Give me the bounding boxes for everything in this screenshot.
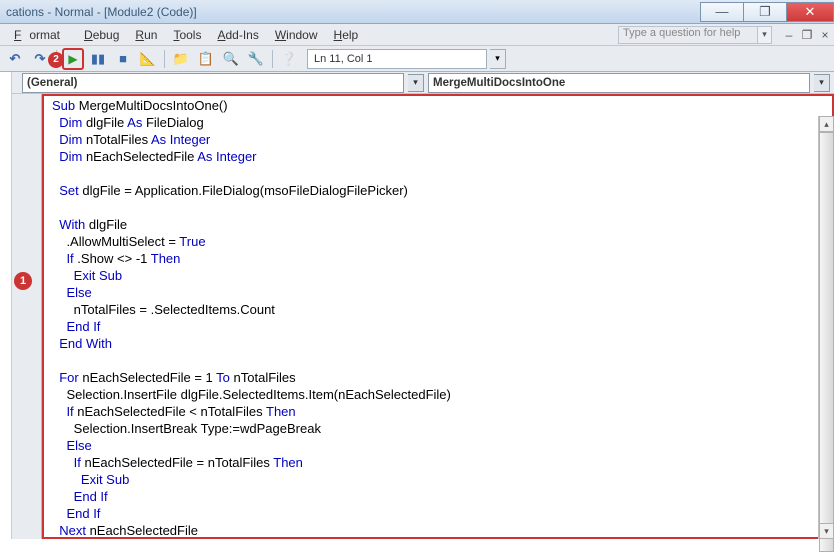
menu-format[interactable]: Format <box>6 26 76 44</box>
code-text[interactable]: Sub MergeMultiDocsIntoOne() Dim dlgFile … <box>44 96 832 539</box>
run-button[interactable]: ▶ <box>62 48 84 70</box>
stop-button[interactable]: ■ <box>112 48 134 70</box>
procedure-dropdown-arrow[interactable]: ▾ <box>814 74 830 92</box>
undo-button[interactable]: ↶ <box>4 48 26 70</box>
vertical-scrollbar[interactable]: ▴ ▾ <box>818 116 834 539</box>
scroll-up-button[interactable]: ▴ <box>819 116 834 132</box>
menu-help[interactable]: Help <box>326 26 367 44</box>
close-button[interactable]: ✕ <box>786 2 834 22</box>
help-dropdown-arrow[interactable]: ▾ <box>758 26 772 44</box>
cursor-dropdown[interactable]: ▾ <box>490 49 506 69</box>
object-dropdown[interactable]: (General) <box>22 73 404 93</box>
scroll-down-button[interactable]: ▾ <box>819 523 834 539</box>
toolbox-button[interactable]: 🔧 <box>245 48 267 70</box>
menu-tools[interactable]: Tools <box>165 26 209 44</box>
mdi-restore[interactable]: ❐ <box>799 27 815 43</box>
menu-run[interactable]: Run <box>127 26 165 44</box>
code-editor[interactable]: Sub MergeMultiDocsIntoOne() Dim dlgFile … <box>42 94 834 539</box>
menu-window[interactable]: Window <box>267 26 326 44</box>
left-gutter <box>0 94 12 539</box>
toolbar: ↶ ↷ ▶ ▮▮ ■ 📐 📁 📋 🔍 🔧 ❔ Ln 11, Col 1 ▾ <box>0 46 834 72</box>
properties-button[interactable]: 📋 <box>195 48 217 70</box>
separator <box>272 50 273 68</box>
object-browser-button[interactable]: 🔍 <box>220 48 242 70</box>
design-mode-button[interactable]: 📐 <box>137 48 159 70</box>
help-search: Type a question for help ▾ <box>618 26 772 44</box>
menu-debug[interactable]: Debug <box>76 26 127 44</box>
titlebar: cations - Normal - [Module2 (Code)] — ❐ … <box>0 0 834 24</box>
cursor-position: Ln 11, Col 1 <box>307 49 487 69</box>
procedure-dropdown[interactable]: MergeMultiDocsIntoOne <box>428 73 810 93</box>
scroll-thumb[interactable] <box>819 132 834 552</box>
mdi-minimize[interactable]: – <box>781 27 797 43</box>
mdi-close[interactable]: × <box>817 27 833 43</box>
content-area: Sub MergeMultiDocsIntoOne() Dim dlgFile … <box>0 94 834 539</box>
mdi-controls: – ❐ × <box>780 27 834 43</box>
margin-indicator-bar <box>12 94 42 539</box>
menu-addins[interactable]: Add-Ins <box>209 26 266 44</box>
menubar: Format Debug Run Tools Add-Ins Window He… <box>0 24 834 46</box>
separator <box>164 50 165 68</box>
restore-button[interactable]: ❐ <box>743 2 787 22</box>
gutter-corner <box>0 72 12 94</box>
titlebar-text: cations - Normal - [Module2 (Code)] <box>6 5 197 19</box>
window-controls: — ❐ ✕ <box>701 2 834 22</box>
pause-button[interactable]: ▮▮ <box>87 48 109 70</box>
help-input[interactable]: Type a question for help <box>618 26 758 44</box>
help-button[interactable]: ❔ <box>278 48 300 70</box>
play-icon: ▶ <box>68 52 77 66</box>
object-dropdown-arrow[interactable]: ▾ <box>408 74 424 92</box>
annotation-badge-1: 1 <box>14 272 32 290</box>
project-explorer-button[interactable]: 📁 <box>170 48 192 70</box>
code-dropdowns: (General) ▾ MergeMultiDocsIntoOne ▾ <box>12 72 834 94</box>
minimize-button[interactable]: — <box>700 2 744 22</box>
